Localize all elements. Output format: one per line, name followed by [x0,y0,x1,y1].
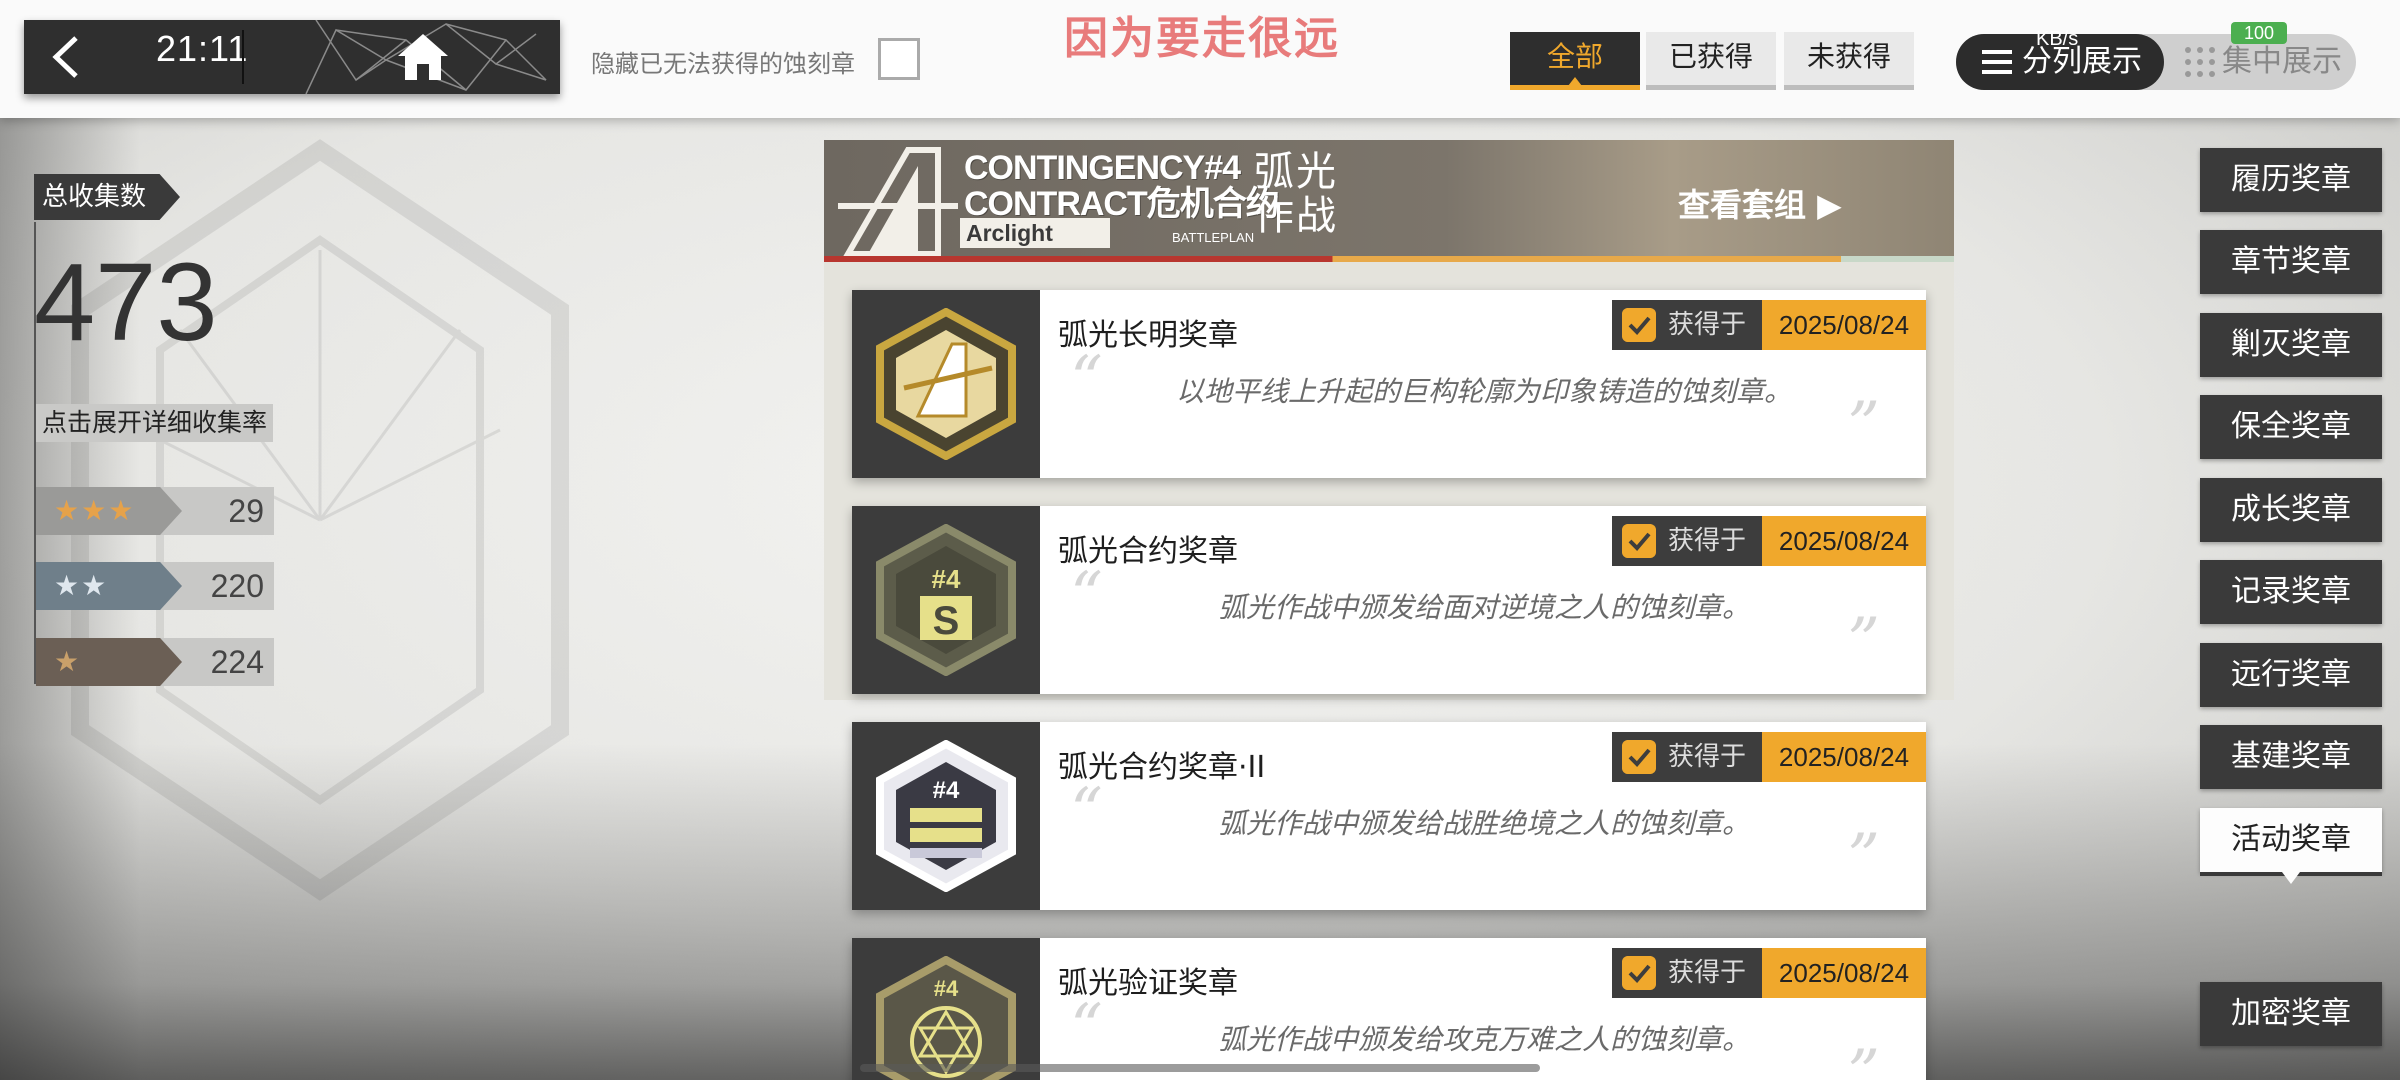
medal-description: 以地平线上升起的巨构轮廓为印象铸造的蚀刻章。 [1175,375,1792,408]
banner-title: CONTINGENCY#4 CONTRACT危机合约 [964,149,1280,223]
banner-line-1: CONTINGENCY#4 [964,149,1241,187]
medal-description: 弧光作战中颁发给面对逆境之人的蚀刻章。 [1217,591,1750,624]
banner-cn-line-2: 作战 [1254,193,1338,239]
banner-stripe [824,256,1954,262]
check-icon [1622,308,1656,342]
sidebar-item-resume[interactable]: 履历奖章 [2200,148,2382,212]
obtained-tag: 获得于 2025/08/24 [1612,948,1926,998]
banner-line-2: CONTRACT危机合约 [964,185,1280,223]
net-speed: KB/s [2036,28,2079,50]
medal-card[interactable]: #4 弧光验证奖章 获得于 2025/08/24 “ 弧光作战中颁发给攻克万难之… [852,938,1926,1080]
close-quote-icon: ” [1847,389,1880,463]
view-toggle: 分列展示 集中展示 [1956,34,2356,90]
sidebar-item-growth[interactable]: 成长奖章 [2200,478,2382,542]
close-quote-icon: ” [1847,605,1880,679]
obtained-text: 获得于 [1668,958,1747,988]
star-2-icon: ★★ [36,562,182,610]
tier-3-count: 29 [228,493,264,529]
obtained-date: 2025/08/24 [1762,516,1926,566]
hide-unobtainable-label: 隐藏已无法获得的蚀刻章 [591,50,855,78]
total-collection-label: 总收集数 [34,174,180,220]
horizontal-scrollbar[interactable] [860,1064,1540,1072]
badge-number: #4 [932,564,961,594]
view-set-button[interactable]: 查看套组 ▶ [1678,180,1842,226]
obtained-label: 获得于 [1612,732,1762,782]
obtained-label: 获得于 [1612,516,1762,566]
sidebar-item-encrypted[interactable]: 加密奖章 [2200,982,2382,1046]
view-combined-label: 集中展示 [2222,44,2342,79]
tier-row-2star: ★★ 220 [36,562,274,610]
set-banner: CONTINGENCY#4 CONTRACT危机合约 Arclight BATT… [824,140,1954,262]
obtained-text: 获得于 [1668,742,1747,772]
obtained-text: 获得于 [1668,310,1747,340]
filter-tab-all[interactable]: 全部 [1510,32,1640,90]
medal-card[interactable]: 弧光长明奖章 获得于 2025/08/24 “ 以地平线上升起的巨构轮廓为印象铸… [852,290,1926,478]
tier-row-1star: ★ 224 [36,638,274,686]
contingency-logo-icon [838,147,958,257]
tier-row-3star: ★★★ 29 [36,487,274,535]
medal-icon-frame: #4 S [852,506,1040,694]
star-3-icon: ★★★ [36,487,182,535]
sidebar-item-expedition[interactable]: 远行奖章 [2200,643,2382,707]
medal-card[interactable]: #4 S 弧光合约奖章 获得于 2025/08/24 “ 弧光作战中颁发给面对逆… [852,506,1926,694]
sidebar-item-record[interactable]: 记录奖章 [2200,560,2382,624]
status-time: 21:11 [156,28,249,69]
sidebar-item-event[interactable]: 活动奖章 [2200,808,2382,884]
overlay-caption: 因为要走很远 [1064,13,1340,64]
obtained-tag: 获得于 2025/08/24 [1612,732,1926,782]
total-collection-count: 473 [34,241,218,364]
star-1-icon: ★ [36,638,182,686]
nav-divider [242,30,244,84]
tier-1-count: 224 [210,644,264,680]
badge-number: #4 [933,777,960,804]
home-icon [398,34,448,80]
sidebar-item-preservation[interactable]: 保全奖章 [2200,395,2382,459]
grid-dots-icon [2185,47,2215,77]
medal-icon-frame: #4 [852,722,1040,910]
medal-card[interactable]: #4 弧光合约奖章·II 获得于 2025/08/24 “ 弧光作战中颁发给战胜… [852,722,1926,910]
list-icon [1982,50,2012,74]
expand-details-button[interactable]: 点击展开详细收集率 [36,404,274,442]
sidebar-item-annihilation[interactable]: 剿灭奖章 [2200,313,2382,377]
contract-s-badge-icon: #4 S [876,524,1016,676]
banner-cn-title: 弧光 作战 [1254,150,1338,238]
obtained-text: 获得于 [1668,526,1747,556]
home-button[interactable] [246,20,560,94]
verification-badge-icon: #4 [876,956,1016,1080]
check-icon [1622,740,1656,774]
medal-icon-frame: #4 [852,938,1040,1080]
medal-description: 弧光作战中颁发给攻克万难之人的蚀刻章。 [1217,1023,1750,1056]
obtained-date: 2025/08/24 [1762,732,1926,782]
obtained-date: 2025/08/24 [1762,948,1926,998]
close-quote-icon: ” [1847,821,1880,895]
tier-2-count: 220 [210,568,264,604]
hide-unobtainable-checkbox[interactable] [878,38,920,80]
banner-cn-line-1: 弧光 [1254,149,1338,195]
obtained-label: 获得于 [1612,948,1762,998]
banner-battleplan: BATTLEPLAN [1172,230,1255,245]
check-icon [1622,524,1656,558]
obtained-tag: 获得于 2025/08/24 [1612,516,1926,566]
medal-icon-frame [852,290,1040,478]
obtained-label: 获得于 [1612,300,1762,350]
filter-tab-obtained[interactable]: 已获得 [1646,32,1776,90]
nav-box: 21:11 [24,20,560,94]
battery-indicator: 100 [2231,22,2287,44]
obtained-tag: 获得于 2025/08/24 [1612,300,1926,350]
badge-number: #4 [934,976,959,1001]
check-icon [1622,956,1656,990]
svg-text:S: S [933,599,960,643]
arclight-a-badge-icon [876,308,1016,460]
sidebar-item-base[interactable]: 基建奖章 [2200,725,2382,789]
obtained-date: 2025/08/24 [1762,300,1926,350]
filter-tab-unobtained[interactable]: 未获得 [1784,32,1914,90]
banner-arclight: Arclight [960,218,1110,248]
chevron-left-icon [52,36,78,78]
medal-description: 弧光作战中颁发给战胜绝境之人的蚀刻章。 [1217,807,1750,840]
close-quote-icon: ” [1847,1037,1880,1080]
contract-ii-badge-icon: #4 [876,740,1016,892]
sidebar-item-chapter[interactable]: 章节奖章 [2200,230,2382,294]
